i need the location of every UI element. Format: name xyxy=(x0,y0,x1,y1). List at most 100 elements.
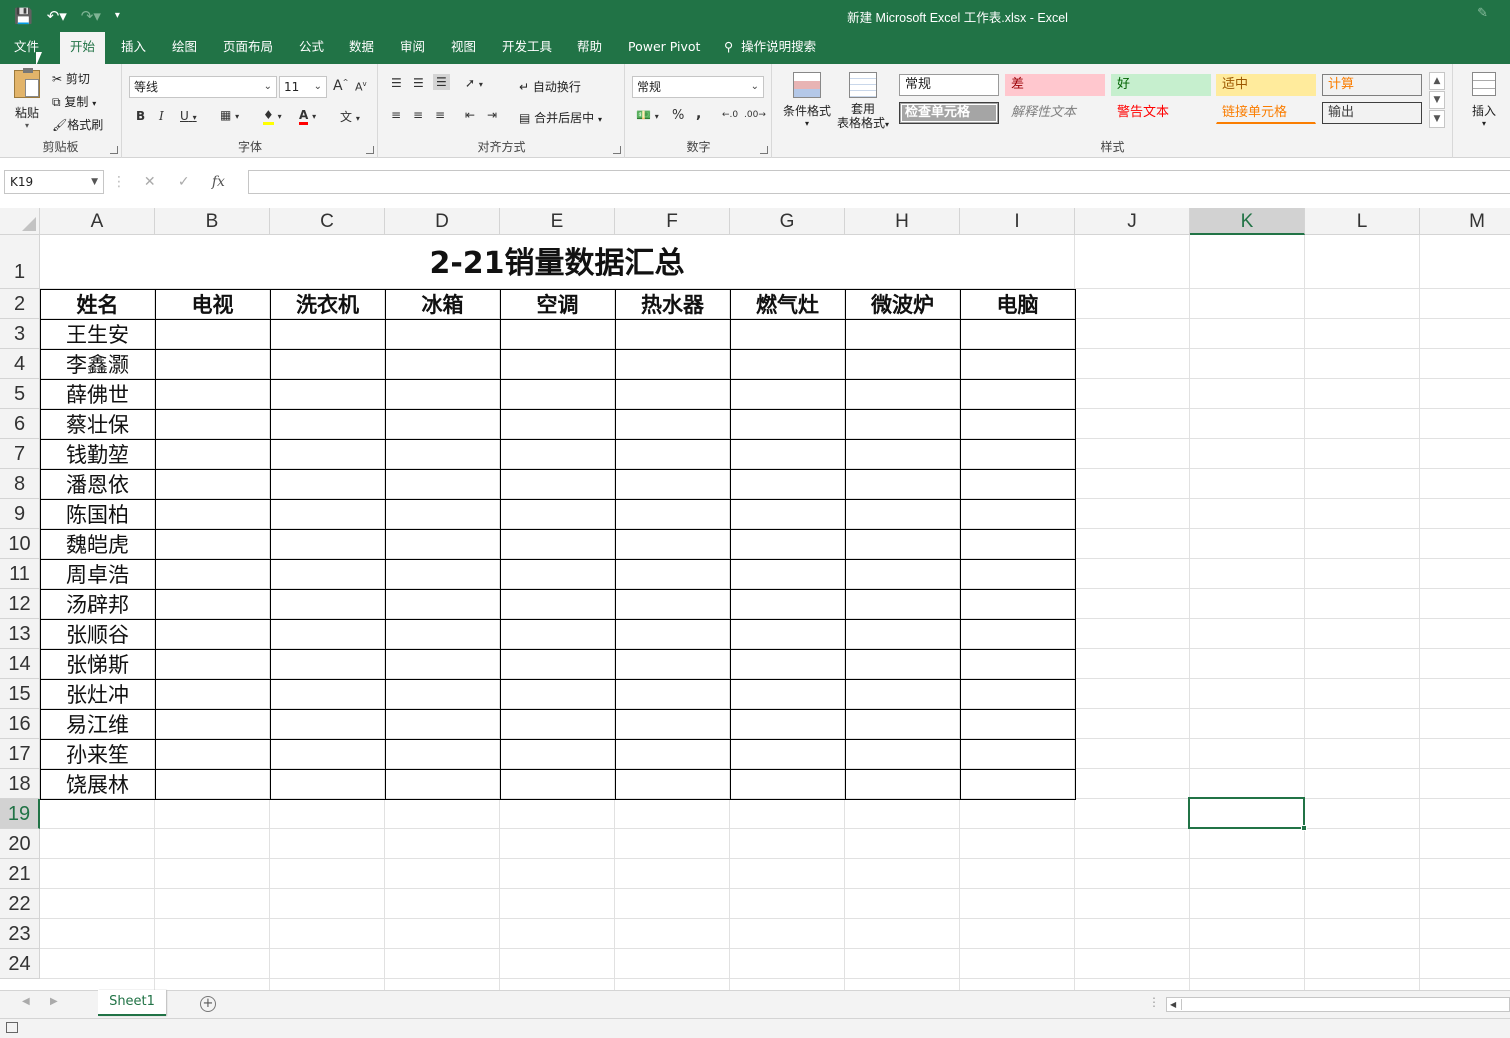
tab-data[interactable]: 数据 xyxy=(339,32,384,64)
row-header-20[interactable]: 20 xyxy=(0,829,40,859)
row-header-11[interactable]: 11 xyxy=(0,559,40,589)
worksheet-grid[interactable]: ABCDEFGHIJKLM 1 2 3 4 5 6 7 8 9 10 11 12 13 14 15 16 17 1… xyxy=(0,208,1510,990)
tab-home[interactable]: 开始 xyxy=(60,32,106,64)
number-launcher-icon[interactable] xyxy=(760,146,768,154)
tab-formulas[interactable]: 公式 xyxy=(289,32,334,64)
comma-button[interactable]: , xyxy=(696,106,701,122)
paste-button[interactable]: 粘贴 ▾ xyxy=(10,68,44,130)
header-cell[interactable]: 姓名 xyxy=(40,289,155,319)
alignment-launcher-icon[interactable] xyxy=(613,146,621,154)
tab-draw[interactable]: 绘图 xyxy=(162,32,207,64)
header-cell[interactable]: 微波炉 xyxy=(845,289,960,319)
format-painter-button[interactable]: 🖌格式刷 xyxy=(52,116,103,133)
header-cell[interactable]: 电脑 xyxy=(960,289,1075,319)
name-cell[interactable]: 周卓浩 xyxy=(40,559,155,589)
clipboard-launcher-icon[interactable] xyxy=(110,146,118,154)
align-middle-icon[interactable]: ☰ xyxy=(413,76,424,90)
cancel-icon[interactable]: ✕ xyxy=(144,174,156,190)
align-left-icon[interactable]: ≡ xyxy=(391,108,401,122)
font-name-dropdown[interactable]: 等线 ⌄ xyxy=(129,76,277,98)
align-right-icon[interactable]: ≡ xyxy=(435,108,445,122)
cell-style-item[interactable]: 差 xyxy=(1005,74,1105,96)
column-header-d[interactable]: D xyxy=(385,208,500,235)
insert-function-icon[interactable]: fx xyxy=(212,174,225,190)
formula-input[interactable] xyxy=(248,170,1510,194)
row-header-23[interactable]: 23 xyxy=(0,919,40,949)
scroll-left-icon[interactable]: ◀ xyxy=(1170,998,1176,1011)
name-cell[interactable]: 张悌斯 xyxy=(40,649,155,679)
row-header-5[interactable]: 5 xyxy=(0,379,40,409)
percent-button[interactable]: % xyxy=(672,108,684,123)
row-header-15[interactable]: 15 xyxy=(0,679,40,709)
name-cell[interactable]: 易江维 xyxy=(40,709,155,739)
font-color-button[interactable]: A ▾ xyxy=(299,108,316,125)
row-header-10[interactable]: 10 xyxy=(0,529,40,559)
phonetic-button[interactable]: 文 ▾ xyxy=(340,108,360,125)
font-launcher-icon[interactable] xyxy=(366,146,374,154)
name-cell[interactable]: 饶展林 xyxy=(40,769,155,799)
gallery-scroll-down-icon[interactable]: ▼ xyxy=(1429,91,1445,109)
column-header-e[interactable]: E xyxy=(500,208,615,235)
cell-style-item[interactable]: 检查单元格 xyxy=(899,102,999,124)
active-cell-selection[interactable] xyxy=(1188,797,1307,831)
row-header-3[interactable]: 3 xyxy=(0,319,40,349)
row-header-17[interactable]: 17 xyxy=(0,739,40,769)
underline-button[interactable]: U ▾ xyxy=(180,109,197,123)
row-header-8[interactable]: 8 xyxy=(0,469,40,499)
splitter-icon[interactable]: ⋮ xyxy=(1148,995,1160,1009)
align-bottom-icon[interactable]: ☰ xyxy=(433,74,450,90)
gallery-scroll-up-icon[interactable]: ▲ xyxy=(1429,72,1445,90)
name-cell[interactable]: 孙来笙 xyxy=(40,739,155,769)
row-header-22[interactable]: 22 xyxy=(0,889,40,919)
cell-style-item[interactable]: 链接单元格 xyxy=(1216,102,1316,124)
tab-developer[interactable]: 开发工具 xyxy=(492,32,562,64)
align-top-icon[interactable]: ☰ xyxy=(391,76,402,90)
column-header-k[interactable]: K xyxy=(1190,208,1305,235)
sheet-title-cell[interactable]: 2-21销量数据汇总 xyxy=(40,235,1074,288)
header-cell[interactable]: 燃气灶 xyxy=(730,289,845,319)
row-header-4[interactable]: 4 xyxy=(0,349,40,379)
cell-style-item[interactable]: 好 xyxy=(1111,74,1211,96)
insert-cells-button[interactable]: 插入 ▾ xyxy=(1464,72,1504,128)
column-header-i[interactable]: I xyxy=(960,208,1075,235)
increase-decimal-icon[interactable]: ←.0 xyxy=(722,110,738,120)
column-header-a[interactable]: A xyxy=(40,208,155,235)
shrink-font-button[interactable]: Av xyxy=(355,80,367,94)
tell-me-search[interactable]: ⚲ 操作说明搜索 xyxy=(724,32,816,64)
merge-center-button[interactable]: ▤ 合并后居中 ▾ xyxy=(519,109,602,126)
align-center-icon[interactable]: ≡ xyxy=(413,108,423,122)
row-header-18[interactable]: 18 xyxy=(0,769,40,799)
column-header-l[interactable]: L xyxy=(1305,208,1420,235)
prev-sheet-icon[interactable]: ◀ xyxy=(22,996,30,1007)
row-header-16[interactable]: 16 xyxy=(0,709,40,739)
row-header-9[interactable]: 9 xyxy=(0,499,40,529)
format-as-table-button[interactable]: 套用 表格格式▾ xyxy=(833,72,893,132)
cell-style-item[interactable]: 警告文本 xyxy=(1111,102,1211,124)
fill-color-button[interactable]: ♦ ▾ xyxy=(263,108,282,125)
column-header-g[interactable]: G xyxy=(730,208,845,235)
row-header-2[interactable]: 2 xyxy=(0,289,40,319)
cell-style-item[interactable]: 输出 xyxy=(1322,102,1422,124)
name-cell[interactable]: 魏皑虎 xyxy=(40,529,155,559)
name-cell[interactable]: 钱勤堃 xyxy=(40,439,155,469)
tab-insert[interactable]: 插入 xyxy=(111,32,156,64)
name-cell[interactable]: 李鑫灏 xyxy=(40,349,155,379)
name-cell[interactable]: 张灶冲 xyxy=(40,679,155,709)
row-header-12[interactable]: 12 xyxy=(0,589,40,619)
wrap-text-button[interactable]: ↵ 自动换行 xyxy=(519,78,581,95)
tab-page-layout[interactable]: 页面布局 xyxy=(213,32,283,64)
decrease-indent-icon[interactable]: ⇤ xyxy=(465,108,475,122)
bold-button[interactable]: B xyxy=(136,109,145,123)
macro-record-icon[interactable] xyxy=(6,1022,18,1033)
row-header-24[interactable]: 24 xyxy=(0,949,40,979)
header-cell[interactable]: 热水器 xyxy=(615,289,730,319)
name-cell[interactable]: 薛佛世 xyxy=(40,379,155,409)
tab-view[interactable]: 视图 xyxy=(441,32,486,64)
row-header-13[interactable]: 13 xyxy=(0,619,40,649)
header-cell[interactable]: 洗衣机 xyxy=(270,289,385,319)
borders-button[interactable]: ▦ ▾ xyxy=(220,108,239,122)
currency-button[interactable]: 💵 ▾ xyxy=(636,108,659,122)
sheet-tab-sheet1[interactable]: Sheet1 xyxy=(98,990,166,1016)
column-header-m[interactable]: M xyxy=(1420,208,1510,235)
italic-button[interactable]: I xyxy=(159,109,164,123)
